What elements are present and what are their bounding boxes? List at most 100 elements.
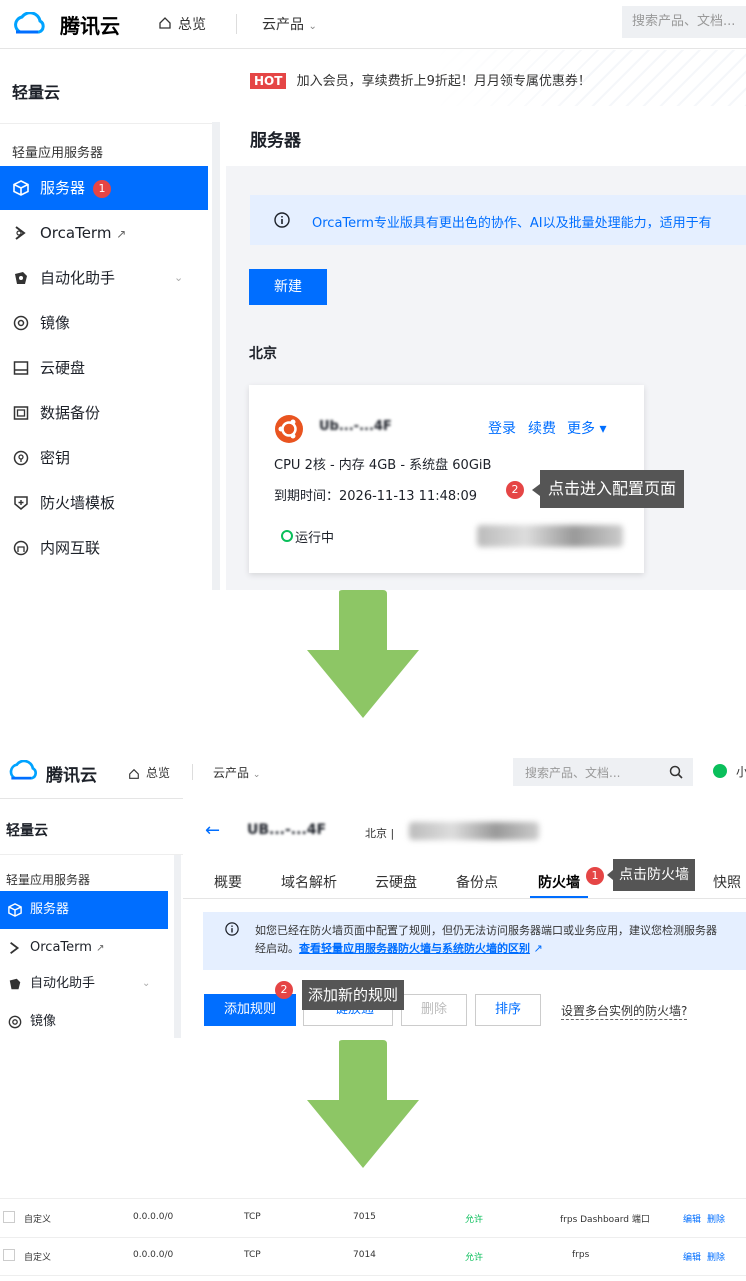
tab-snapshot[interactable]: 快照: [713, 872, 741, 892]
sidebar-item-key[interactable]: 密钥: [0, 436, 208, 480]
brand-name[interactable]: 腾讯云: [46, 761, 97, 786]
sidebar-item-automation[interactable]: 自动化助手 ⌄: [0, 256, 208, 300]
key-icon: [13, 450, 29, 466]
instance-detail: ← UB...-...4F 北京 | 概要 域名解析 云硬盘 备份点 防火墙 快…: [183, 798, 746, 1038]
nav-products[interactable]: 云产品 ⌄: [213, 764, 260, 781]
sidebar-item-automation[interactable]: 自动化助手 ⌄: [0, 965, 168, 1003]
delete-link[interactable]: 删除: [707, 1250, 725, 1263]
disk-icon: [13, 361, 29, 375]
server-name[interactable]: Ub...-...4F: [319, 419, 392, 434]
nav-overview[interactable]: 总览: [146, 764, 170, 781]
login-link[interactable]: 登录: [488, 418, 516, 438]
row-checkbox[interactable]: [3, 1211, 15, 1223]
step-badge-1: 1: [586, 867, 604, 885]
chevron-down-icon: ⌄: [142, 978, 151, 989]
rule-port: 7015: [353, 1212, 376, 1222]
new-button[interactable]: 新建: [249, 269, 327, 305]
backup-icon: [13, 406, 29, 420]
cloud-logo-icon: [9, 760, 37, 780]
instance-region: 北京 |: [365, 827, 395, 840]
tab-backup[interactable]: 备份点: [456, 872, 498, 892]
nav-divider: [236, 14, 237, 34]
server-ip-blurred: [477, 525, 623, 547]
notice-line-1: 如您已经在防火墙页面中配置了规则，但仍无法访问服务器端口或业务应用，建议您检测服…: [255, 924, 717, 937]
robot-icon: [15, 272, 27, 284]
top-nav-bar-2: 腾讯云 总览 云产品 ⌄ 搜索产品、文档... 小: [0, 746, 746, 799]
sidebar-group-label: 轻量应用服务器: [6, 873, 91, 887]
search-input[interactable]: 搜索产品、文档...: [513, 758, 693, 786]
rule-protocol: TCP: [244, 1250, 261, 1260]
info-banner: OrcaTerm专业版具有更出色的协作、AI以及批量处理能力，适用于有: [250, 195, 746, 245]
delete-link[interactable]: 删除: [707, 1212, 725, 1225]
region-label: 北京: [249, 346, 277, 362]
image-icon: [8, 1015, 22, 1029]
sidebar-item-orcaterm[interactable]: OrcaTerm ↗: [0, 211, 208, 255]
sidebar-item-backup[interactable]: 数据备份: [0, 391, 208, 435]
username[interactable]: 小: [736, 763, 746, 780]
instance-name: UB...-...4F: [247, 822, 327, 838]
cloud-logo-icon: [14, 12, 45, 34]
sidebar-item-orcaterm[interactable]: OrcaTerm ↗: [0, 929, 168, 967]
rule-remark: frps: [572, 1250, 590, 1260]
avatar[interactable]: [713, 764, 727, 778]
home-icon: [128, 765, 140, 784]
tooltip-click-firewall: 点击防火墙: [613, 859, 695, 891]
edit-link[interactable]: 编辑: [683, 1212, 701, 1225]
notice-line-2: 经启动。查看轻量应用服务器防火墙与系统防火墙的区别 ↗: [255, 942, 543, 955]
instance-ip-blurred: [409, 822, 539, 840]
tab-firewall[interactable]: 防火墙: [538, 872, 580, 892]
external-link-icon: ↗: [116, 227, 127, 241]
terminal-icon: [15, 226, 26, 240]
tooltip-enter-config: 点击进入配置页面: [540, 470, 685, 508]
page-title: 服务器: [250, 131, 301, 151]
firewall-diff-link[interactable]: 查看轻量应用服务器防火墙与系统防火墙的区别: [299, 942, 530, 955]
sidebar-group-label: 轻量应用服务器: [12, 146, 104, 161]
tab-disk[interactable]: 云硬盘: [375, 872, 417, 892]
home-icon: [158, 15, 172, 34]
sidebar-item-image[interactable]: 镜像: [0, 1003, 168, 1041]
network-icon: [13, 540, 29, 556]
sidebar-item-firewall-template[interactable]: 防火墙模板: [0, 481, 208, 525]
promo-text: 加入会员，享续费折上9折起！月月领专属优惠券！: [296, 74, 591, 89]
sidebar-item-server[interactable]: 服务器 1: [0, 166, 208, 210]
cube-icon: [8, 903, 22, 917]
tab-overview[interactable]: 概要: [214, 872, 242, 892]
sidebar-title: 轻量云: [12, 83, 61, 102]
table-row: 自定义 0.0.0.0/0 TCP 7014 允许 frps 编辑 删除: [0, 1237, 746, 1276]
rule-policy: 允许: [465, 1253, 484, 1263]
tab-dns[interactable]: 域名解析: [281, 872, 337, 892]
sidebar-scrollbar[interactable]: [212, 122, 220, 590]
edit-link[interactable]: 编辑: [683, 1250, 701, 1263]
sort-button[interactable]: 排序: [475, 994, 541, 1026]
sidebar-2: 轻量云 轻量应用服务器 服务器 OrcaTerm ↗ 自动化助手 ⌄ 镜像: [0, 798, 183, 1038]
nav-products[interactable]: 云产品 ⌄: [262, 14, 317, 34]
rule-policy: 允许: [465, 1215, 484, 1225]
main-content: HOT 加入会员，享续费折上9折起！月月领专属优惠券！ 服务器 OrcaTerm…: [226, 50, 746, 590]
nav-divider: [192, 764, 193, 780]
ubuntu-logo-icon: [275, 415, 303, 443]
info-text: OrcaTerm专业版具有更出色的协作、AI以及批量处理能力，适用于有: [312, 216, 712, 231]
tooltip-add-rule: 添加新的规则: [302, 980, 405, 1010]
search-icon[interactable]: [669, 765, 683, 779]
step-badge-2: 2: [275, 981, 293, 999]
top-nav-bar: 腾讯云 总览 云产品 ⌄ 搜索产品、文档...: [0, 0, 746, 49]
rule-source: 0.0.0.0/0: [133, 1250, 174, 1260]
renew-link[interactable]: 续费: [528, 418, 556, 438]
brand-name[interactable]: 腾讯云: [60, 10, 120, 39]
more-dropdown[interactable]: 更多 ▾: [567, 418, 606, 438]
step-badge-2: 2: [506, 481, 524, 499]
sidebar-item-server[interactable]: 服务器: [0, 891, 168, 929]
sidebar-scrollbar[interactable]: [174, 855, 181, 1038]
sidebar-item-image[interactable]: 镜像: [0, 301, 208, 345]
sidebar-item-disk[interactable]: 云硬盘: [0, 346, 208, 390]
arrow-down-icon: [307, 1040, 419, 1168]
nav-overview[interactable]: 总览: [178, 14, 206, 34]
back-arrow-icon[interactable]: ←: [205, 820, 220, 841]
multi-instance-firewall-link[interactable]: 设置多台实例的防火墙?: [561, 1002, 688, 1020]
chevron-down-icon: ⌄: [174, 271, 184, 284]
sidebar-item-intranet[interactable]: 内网互联: [0, 526, 208, 570]
delete-button[interactable]: 删除: [401, 994, 467, 1026]
promo-banner[interactable]: HOT 加入会员，享续费折上9折起！月月领专属优惠券！: [250, 70, 591, 89]
row-checkbox[interactable]: [3, 1249, 15, 1261]
search-input[interactable]: 搜索产品、文档...: [622, 6, 746, 38]
